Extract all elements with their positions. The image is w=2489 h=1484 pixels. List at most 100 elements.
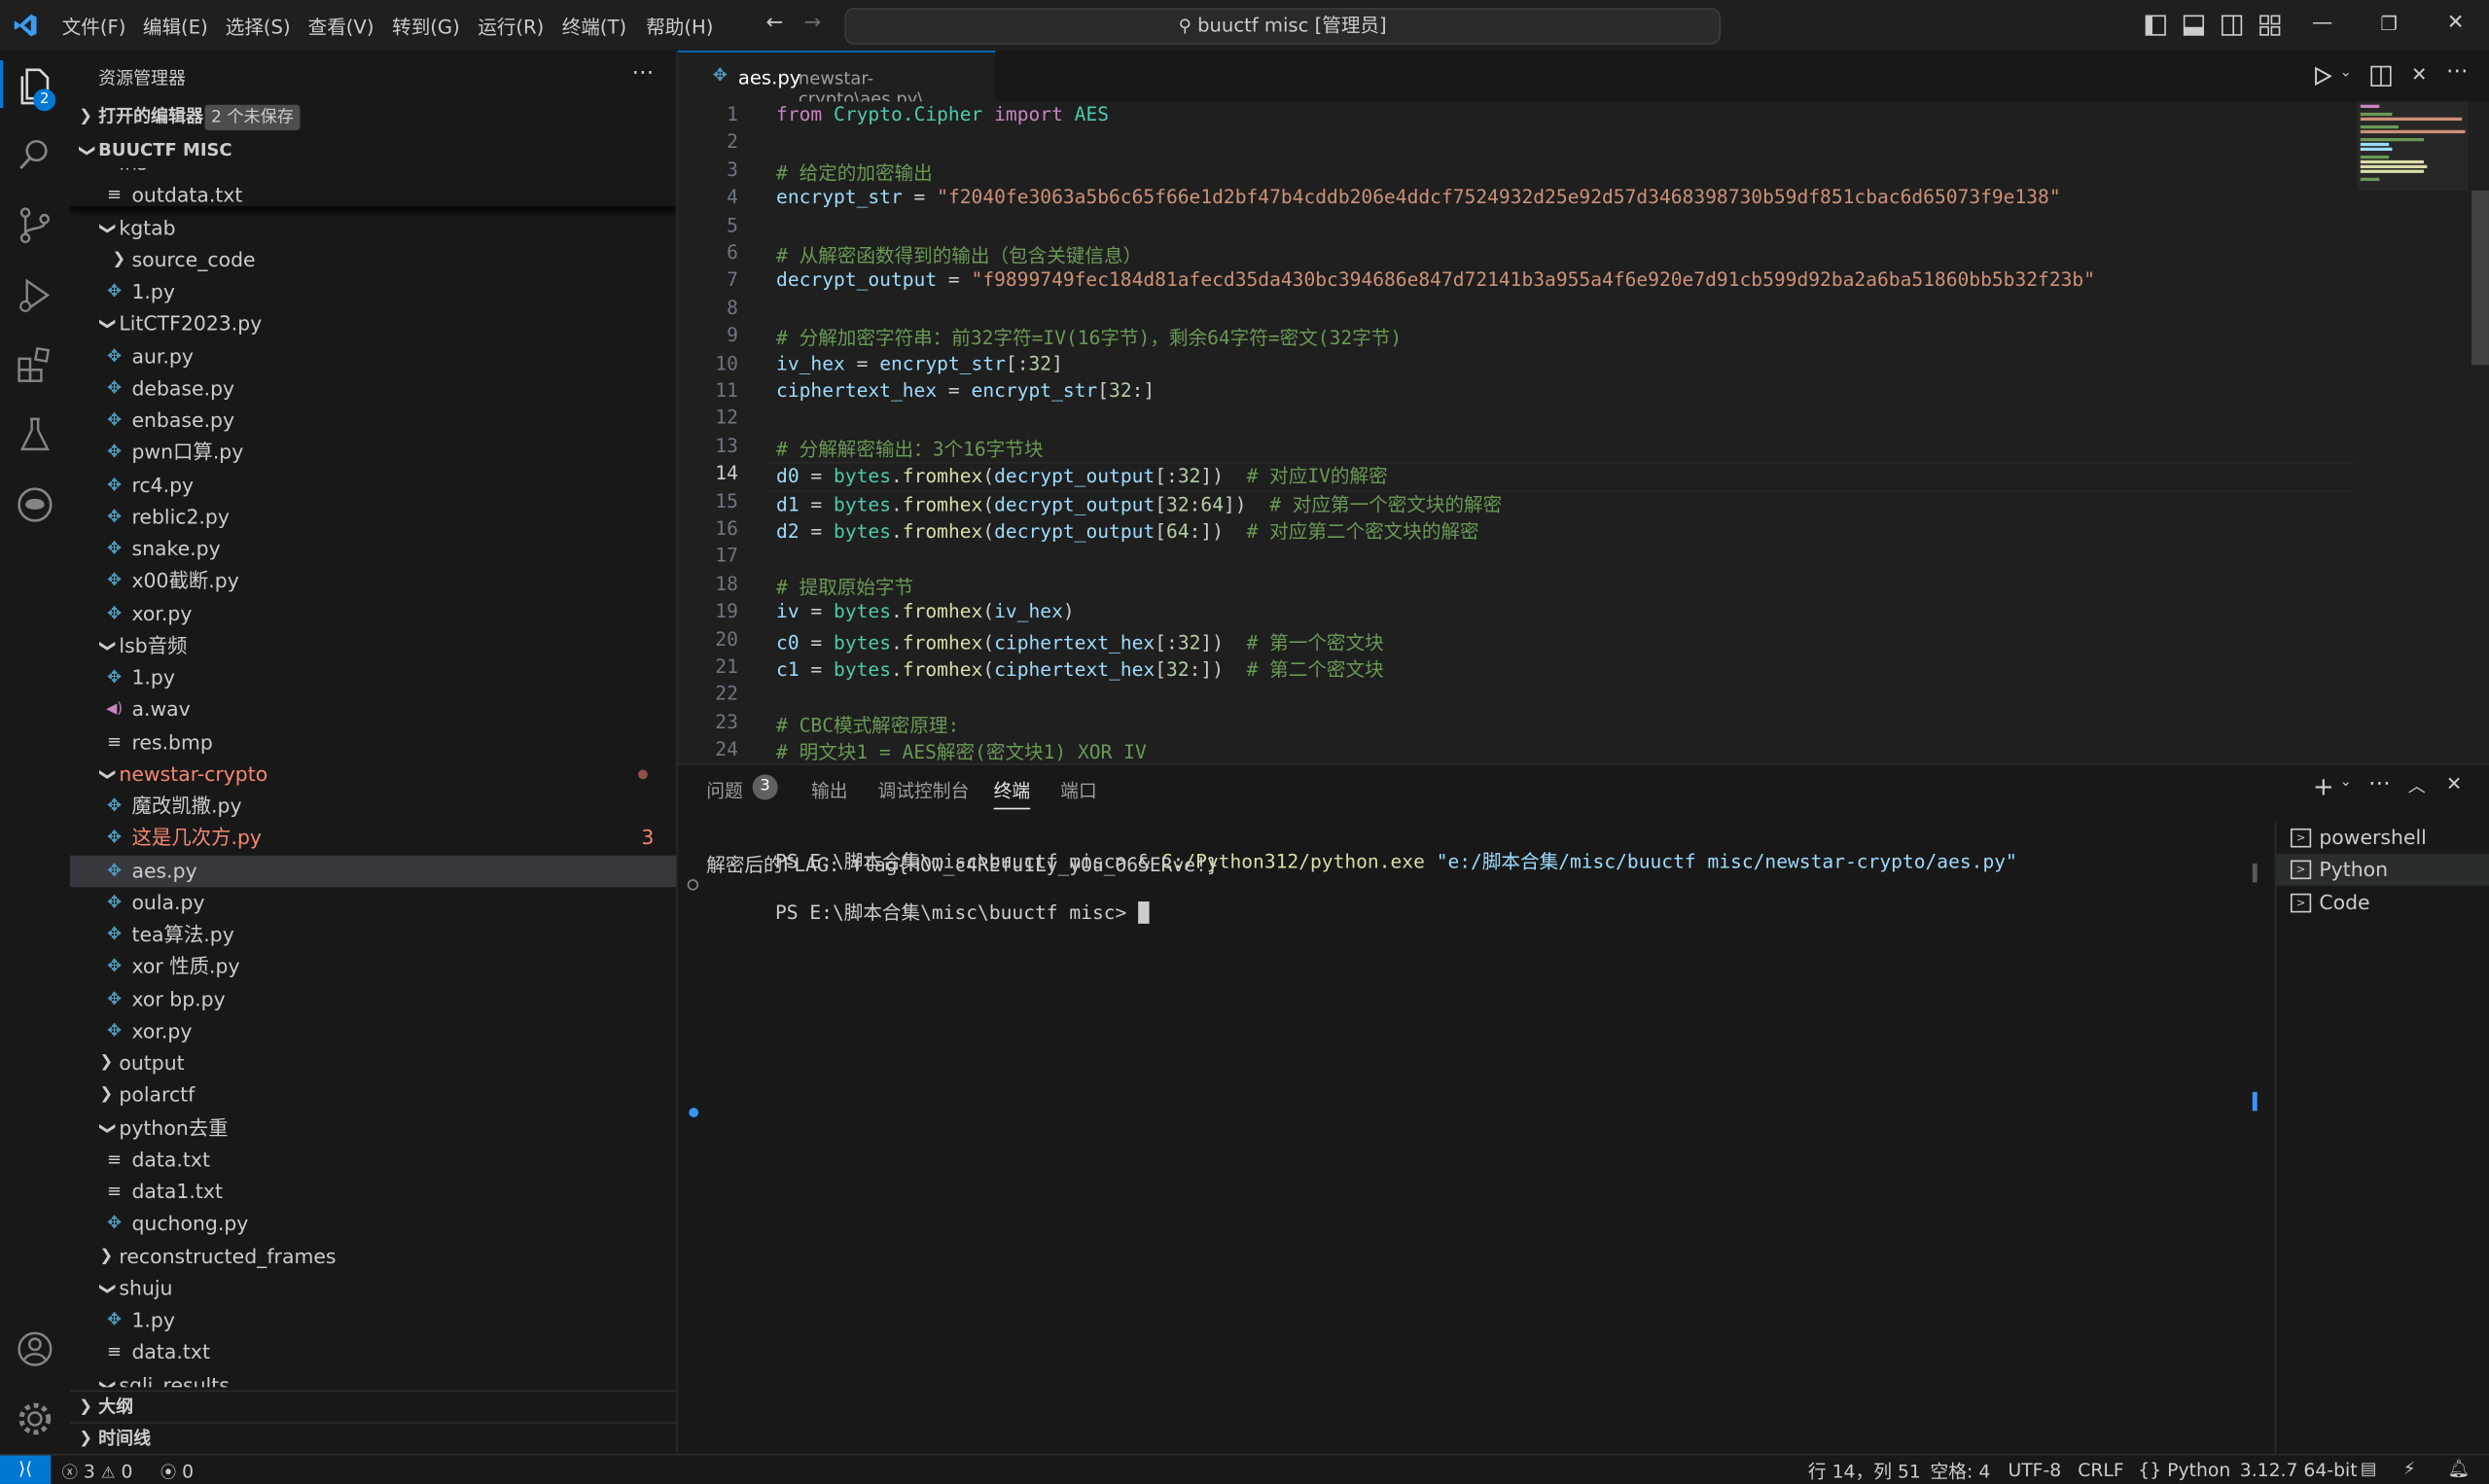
copilot-icon[interactable]: ⚡	[2403, 1459, 2416, 1479]
ports-status[interactable]: ⦿ 0	[160, 1459, 194, 1482]
new-terminal-plus-icon[interactable]: +	[2313, 771, 2334, 801]
terminal-profile-chevron-down-icon[interactable]: ⌄	[2340, 774, 2352, 790]
tree-folder[interactable]: ❯ reconstructed_frames	[70, 1240, 676, 1272]
tree-folder[interactable]: ❯ LitCTF2023.py	[70, 308, 676, 340]
source-control-icon[interactable]	[13, 203, 57, 248]
tree-file[interactable]: ≡ res.bmp	[70, 726, 676, 759]
terminal-line-output[interactable]: 解密后的FLAG: flag{HOw_c4REfu1Ly_yOu_O65ERve…	[706, 851, 1218, 878]
customize-layout-icon[interactable]	[2258, 15, 2281, 37]
tree-folder[interactable]: ❯ polarctf	[70, 1079, 676, 1112]
outline-section[interactable]: ❯ 大纲	[69, 1390, 677, 1424]
menu-item[interactable]: 运行(R)	[478, 13, 544, 40]
tab-output[interactable]: 输出	[811, 778, 848, 803]
menu-item[interactable]: 帮助(H)	[646, 13, 713, 40]
encoding[interactable]: UTF-8	[2008, 1459, 2061, 1481]
workspace-section[interactable]: ❯ BUUCTF MISC	[70, 135, 676, 167]
split-editor-icon[interactable]	[2370, 65, 2393, 88]
tree-file[interactable]: ≡ data.txt	[70, 1337, 676, 1369]
language-mode[interactable]: {} Python	[2138, 1459, 2230, 1481]
tree-file[interactable]: ≡ data.txt	[70, 1144, 676, 1176]
tab-problems[interactable]: 问题	[706, 778, 743, 803]
run-debug-icon[interactable]	[13, 273, 57, 318]
menu-item[interactable]: 选择(S)	[226, 13, 291, 40]
tree-file[interactable]: ✥ 1.py	[70, 662, 676, 694]
tree-file[interactable]: ✥ oula.py	[70, 887, 676, 919]
tree-file[interactable]: ✥ snake.py	[70, 533, 676, 565]
code-line[interactable]: # 明文块1 = AES解密(密文块1) XOR IV	[776, 738, 1147, 761]
tree-file[interactable]: ✥ 1.py	[70, 276, 676, 308]
code-line[interactable]: decrypt_output = "f9899749fec184d81afecd…	[776, 268, 2095, 291]
toggle-panel-icon[interactable]	[2183, 15, 2205, 37]
tree-file[interactable]: ✥ 1.py	[70, 1305, 676, 1337]
code-line[interactable]: d1 = bytes.fromhex(decrypt_output[32:64]…	[776, 490, 1502, 517]
tab-debug-console[interactable]: 调试控制台	[877, 778, 969, 803]
tree-file[interactable]: ◀) a.wav	[70, 694, 676, 726]
run-dropdown-chevron-down-icon[interactable]: ⌄	[2340, 65, 2352, 81]
tree-file[interactable]: ✥ debase.py	[70, 372, 676, 405]
tree-folder[interactable]: ❯ output	[70, 1047, 676, 1079]
code-line[interactable]: # 从解密函数得到的输出（包含关键信息）	[776, 241, 1142, 268]
timeline-section[interactable]: ❯ 时间线	[69, 1422, 677, 1454]
minimize-icon[interactable]: —	[2311, 12, 2333, 35]
tree-file[interactable]: ✥ xor.py	[70, 597, 676, 629]
testing-flask-icon[interactable]	[13, 412, 57, 457]
menu-item[interactable]: 转到(G)	[392, 13, 460, 40]
tab-aes-py[interactable]: ✥ aes.py newstar-crypto\aes.py\...	[677, 51, 996, 110]
tree-file[interactable]: ✥ xor 性质.py	[70, 951, 676, 983]
close-window-icon[interactable]: ✕	[2444, 12, 2467, 35]
tree-file[interactable]: ✥ tea算法.py	[70, 919, 676, 951]
tab-ports[interactable]: 端口	[1060, 778, 1097, 803]
menu-item[interactable]: 查看(V)	[308, 13, 374, 40]
tree-folder[interactable]: ❯ newstar-crypto	[70, 759, 676, 791]
code-editor[interactable]: 1 from Crypto.Cipher import AES 2 3 # 给定的加密输…	[677, 101, 2489, 762]
terminal-tab[interactable]: > Python	[2276, 854, 2489, 887]
command-decoration-dot-icon[interactable]	[689, 1108, 699, 1117]
tree-file[interactable]: ✥ aur.py	[70, 340, 676, 372]
remote-indicator-icon[interactable]: ⟩⟨	[0, 1455, 52, 1484]
file-code-icon[interactable]: ▤	[2361, 1459, 2377, 1479]
tree-folder[interactable]: ❯ lsb音频	[70, 629, 676, 661]
code-line[interactable]: # 提取原始字节	[776, 573, 913, 600]
tree-file[interactable]: ✥ x00截断.py	[70, 565, 676, 597]
minimap[interactable]	[2357, 101, 2469, 191]
tree-folder[interactable]: ❯ shuju	[70, 1272, 676, 1304]
tree-file[interactable]: ✥ enbase.py	[70, 405, 676, 437]
problems-status[interactable]: ⓧ 3 ⚠ 0	[62, 1459, 133, 1482]
cursor-position[interactable]: 行 14，列 51	[1808, 1459, 1921, 1484]
search-icon[interactable]	[13, 133, 57, 178]
tree-file[interactable]: ✥ xor bp.py	[70, 983, 676, 1015]
code-line[interactable]: iv_hex = encrypt_str[:32]	[776, 352, 1063, 374]
accounts-icon[interactable]	[13, 1326, 57, 1371]
code-line[interactable]: d2 = bytes.fromhex(decrypt_output[64:]) …	[776, 517, 1479, 545]
code-line[interactable]: c0 = bytes.fromhex(ciphertext_hex[:32]) …	[776, 628, 1384, 655]
tree-folder[interactable]: ❯ kgtab	[70, 212, 676, 244]
maximize-panel-chevron-up-icon[interactable]: ︿	[2408, 773, 2426, 798]
editor-more-actions-icon[interactable]: ⋯	[2446, 58, 2469, 84]
tree-folder[interactable]: ❯ python去重	[70, 1112, 676, 1144]
tree-folder[interactable]: ❯ins	[70, 168, 676, 179]
run-python-file-icon[interactable]	[2313, 66, 2332, 87]
tab-terminal[interactable]: 终端	[993, 778, 1031, 810]
terminal-tab[interactable]: > powershell	[2276, 822, 2489, 854]
code-line[interactable]: ciphertext_hex = encrypt_str[32:]	[776, 379, 1155, 402]
tree-file[interactable]: ✥ xor.py	[70, 1015, 676, 1047]
code-line[interactable]: from Crypto.Cipher import AES	[776, 103, 1109, 125]
close-editors-icon[interactable]: ✕	[2411, 63, 2427, 86]
tree-file[interactable]: ✥ 这是几次方.py 3	[70, 823, 676, 855]
terminal-line-prompt[interactable]: PS E:\脚本合集\misc\buuctf misc>	[706, 876, 1150, 947]
indentation[interactable]: 空格: 4	[1931, 1459, 1991, 1484]
code-line[interactable]: # 给定的加密输出	[776, 159, 933, 186]
tree-file[interactable]: ✥ pwn口算.py	[70, 437, 676, 469]
tree-file[interactable]: ✥ rc4.py	[70, 469, 676, 501]
open-editors-section[interactable]: ❯ 打开的编辑器 2 个未保存	[70, 101, 676, 133]
menu-item[interactable]: 文件(F)	[62, 13, 126, 40]
menu-item[interactable]: 编辑(E)	[143, 13, 208, 40]
more-actions-icon[interactable]: ⋯	[632, 60, 655, 86]
menu-item[interactable]: 终端(T)	[562, 13, 626, 40]
extensions-icon[interactable]	[13, 343, 57, 388]
editor-scrollbar-thumb[interactable]	[2471, 190, 2489, 366]
tree-file[interactable]: ✥ quchong.py	[70, 1208, 676, 1240]
toggle-primary-sidebar-icon[interactable]	[2145, 15, 2167, 37]
terminal-tab[interactable]: > Code	[2276, 887, 2489, 919]
code-line[interactable]: # CBC模式解密原理:	[776, 711, 959, 738]
